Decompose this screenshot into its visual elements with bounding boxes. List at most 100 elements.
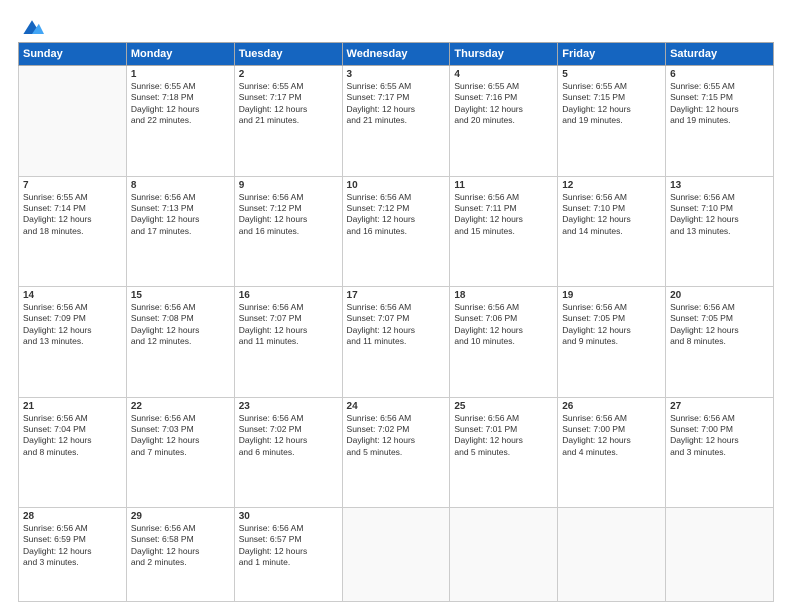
day-number: 9: [239, 180, 338, 191]
day-info: Sunrise: 6:55 AM Sunset: 7:15 PM Dayligh…: [562, 81, 661, 127]
calendar-cell: 21Sunrise: 6:56 AM Sunset: 7:04 PM Dayli…: [19, 397, 127, 508]
calendar-cell: 10Sunrise: 6:56 AM Sunset: 7:12 PM Dayli…: [342, 176, 450, 287]
day-info: Sunrise: 6:56 AM Sunset: 7:00 PM Dayligh…: [670, 413, 769, 459]
day-number: 4: [454, 69, 553, 80]
day-info: Sunrise: 6:56 AM Sunset: 7:01 PM Dayligh…: [454, 413, 553, 459]
weekday-header-row: SundayMondayTuesdayWednesdayThursdayFrid…: [19, 43, 774, 66]
day-info: Sunrise: 6:56 AM Sunset: 7:02 PM Dayligh…: [239, 413, 338, 459]
day-number: 5: [562, 69, 661, 80]
day-number: 25: [454, 401, 553, 412]
day-info: Sunrise: 6:55 AM Sunset: 7:16 PM Dayligh…: [454, 81, 553, 127]
logo: [18, 18, 44, 34]
day-info: Sunrise: 6:55 AM Sunset: 7:17 PM Dayligh…: [239, 81, 338, 127]
day-number: 10: [347, 180, 446, 191]
weekday-header-tuesday: Tuesday: [234, 43, 342, 66]
weekday-header-sunday: Sunday: [19, 43, 127, 66]
calendar-cell: 3Sunrise: 6:55 AM Sunset: 7:17 PM Daylig…: [342, 66, 450, 177]
calendar-cell: 19Sunrise: 6:56 AM Sunset: 7:05 PM Dayli…: [558, 287, 666, 398]
day-number: 1: [131, 69, 230, 80]
day-number: 30: [239, 511, 338, 522]
day-number: 15: [131, 290, 230, 301]
day-number: 16: [239, 290, 338, 301]
week-row-1: 1Sunrise: 6:55 AM Sunset: 7:18 PM Daylig…: [19, 66, 774, 177]
calendar-cell: 2Sunrise: 6:55 AM Sunset: 7:17 PM Daylig…: [234, 66, 342, 177]
weekday-header-friday: Friday: [558, 43, 666, 66]
page: SundayMondayTuesdayWednesdayThursdayFrid…: [0, 0, 792, 612]
calendar-cell: 9Sunrise: 6:56 AM Sunset: 7:12 PM Daylig…: [234, 176, 342, 287]
calendar-cell: 23Sunrise: 6:56 AM Sunset: 7:02 PM Dayli…: [234, 397, 342, 508]
day-info: Sunrise: 6:56 AM Sunset: 7:10 PM Dayligh…: [562, 192, 661, 238]
calendar-cell: 1Sunrise: 6:55 AM Sunset: 7:18 PM Daylig…: [126, 66, 234, 177]
calendar-cell: 14Sunrise: 6:56 AM Sunset: 7:09 PM Dayli…: [19, 287, 127, 398]
calendar-cell: [19, 66, 127, 177]
day-number: 6: [670, 69, 769, 80]
calendar-cell: 4Sunrise: 6:55 AM Sunset: 7:16 PM Daylig…: [450, 66, 558, 177]
calendar-cell: [558, 508, 666, 602]
calendar-cell: 26Sunrise: 6:56 AM Sunset: 7:00 PM Dayli…: [558, 397, 666, 508]
day-info: Sunrise: 6:56 AM Sunset: 6:59 PM Dayligh…: [23, 523, 122, 569]
day-info: Sunrise: 6:56 AM Sunset: 7:10 PM Dayligh…: [670, 192, 769, 238]
calendar-cell: 5Sunrise: 6:55 AM Sunset: 7:15 PM Daylig…: [558, 66, 666, 177]
day-info: Sunrise: 6:56 AM Sunset: 7:03 PM Dayligh…: [131, 413, 230, 459]
week-row-2: 7Sunrise: 6:55 AM Sunset: 7:14 PM Daylig…: [19, 176, 774, 287]
day-info: Sunrise: 6:56 AM Sunset: 6:57 PM Dayligh…: [239, 523, 338, 569]
calendar-cell: 13Sunrise: 6:56 AM Sunset: 7:10 PM Dayli…: [666, 176, 774, 287]
day-info: Sunrise: 6:56 AM Sunset: 7:00 PM Dayligh…: [562, 413, 661, 459]
calendar-cell: 20Sunrise: 6:56 AM Sunset: 7:05 PM Dayli…: [666, 287, 774, 398]
day-info: Sunrise: 6:56 AM Sunset: 7:12 PM Dayligh…: [239, 192, 338, 238]
calendar-cell: 24Sunrise: 6:56 AM Sunset: 7:02 PM Dayli…: [342, 397, 450, 508]
day-info: Sunrise: 6:55 AM Sunset: 7:14 PM Dayligh…: [23, 192, 122, 238]
day-number: 29: [131, 511, 230, 522]
calendar-cell: 15Sunrise: 6:56 AM Sunset: 7:08 PM Dayli…: [126, 287, 234, 398]
day-info: Sunrise: 6:56 AM Sunset: 7:11 PM Dayligh…: [454, 192, 553, 238]
day-number: 27: [670, 401, 769, 412]
day-info: Sunrise: 6:56 AM Sunset: 6:58 PM Dayligh…: [131, 523, 230, 569]
day-info: Sunrise: 6:56 AM Sunset: 7:09 PM Dayligh…: [23, 302, 122, 348]
week-row-5: 28Sunrise: 6:56 AM Sunset: 6:59 PM Dayli…: [19, 508, 774, 602]
calendar-cell: 6Sunrise: 6:55 AM Sunset: 7:15 PM Daylig…: [666, 66, 774, 177]
day-number: 14: [23, 290, 122, 301]
day-number: 21: [23, 401, 122, 412]
week-row-4: 21Sunrise: 6:56 AM Sunset: 7:04 PM Dayli…: [19, 397, 774, 508]
calendar-cell: 22Sunrise: 6:56 AM Sunset: 7:03 PM Dayli…: [126, 397, 234, 508]
calendar-cell: [666, 508, 774, 602]
calendar-cell: 17Sunrise: 6:56 AM Sunset: 7:07 PM Dayli…: [342, 287, 450, 398]
day-info: Sunrise: 6:56 AM Sunset: 7:12 PM Dayligh…: [347, 192, 446, 238]
calendar-cell: 30Sunrise: 6:56 AM Sunset: 6:57 PM Dayli…: [234, 508, 342, 602]
day-number: 7: [23, 180, 122, 191]
day-number: 28: [23, 511, 122, 522]
day-number: 24: [347, 401, 446, 412]
calendar-table: SundayMondayTuesdayWednesdayThursdayFrid…: [18, 42, 774, 602]
day-number: 3: [347, 69, 446, 80]
day-number: 19: [562, 290, 661, 301]
calendar-cell: [450, 508, 558, 602]
weekday-header-monday: Monday: [126, 43, 234, 66]
calendar-cell: 12Sunrise: 6:56 AM Sunset: 7:10 PM Dayli…: [558, 176, 666, 287]
day-number: 13: [670, 180, 769, 191]
day-number: 22: [131, 401, 230, 412]
day-info: Sunrise: 6:56 AM Sunset: 7:08 PM Dayligh…: [131, 302, 230, 348]
day-number: 23: [239, 401, 338, 412]
calendar-cell: 28Sunrise: 6:56 AM Sunset: 6:59 PM Dayli…: [19, 508, 127, 602]
calendar-cell: 16Sunrise: 6:56 AM Sunset: 7:07 PM Dayli…: [234, 287, 342, 398]
calendar-cell: 25Sunrise: 6:56 AM Sunset: 7:01 PM Dayli…: [450, 397, 558, 508]
week-row-3: 14Sunrise: 6:56 AM Sunset: 7:09 PM Dayli…: [19, 287, 774, 398]
calendar-cell: 29Sunrise: 6:56 AM Sunset: 6:58 PM Dayli…: [126, 508, 234, 602]
day-number: 18: [454, 290, 553, 301]
day-number: 17: [347, 290, 446, 301]
day-number: 11: [454, 180, 553, 191]
calendar-cell: 11Sunrise: 6:56 AM Sunset: 7:11 PM Dayli…: [450, 176, 558, 287]
day-info: Sunrise: 6:55 AM Sunset: 7:17 PM Dayligh…: [347, 81, 446, 127]
day-number: 20: [670, 290, 769, 301]
calendar-cell: 7Sunrise: 6:55 AM Sunset: 7:14 PM Daylig…: [19, 176, 127, 287]
logo-icon: [20, 18, 44, 38]
day-info: Sunrise: 6:55 AM Sunset: 7:18 PM Dayligh…: [131, 81, 230, 127]
header: [18, 18, 774, 34]
day-info: Sunrise: 6:56 AM Sunset: 7:13 PM Dayligh…: [131, 192, 230, 238]
calendar-cell: [342, 508, 450, 602]
calendar-cell: 18Sunrise: 6:56 AM Sunset: 7:06 PM Dayli…: [450, 287, 558, 398]
weekday-header-thursday: Thursday: [450, 43, 558, 66]
day-number: 2: [239, 69, 338, 80]
day-info: Sunrise: 6:56 AM Sunset: 7:02 PM Dayligh…: [347, 413, 446, 459]
calendar-cell: 8Sunrise: 6:56 AM Sunset: 7:13 PM Daylig…: [126, 176, 234, 287]
